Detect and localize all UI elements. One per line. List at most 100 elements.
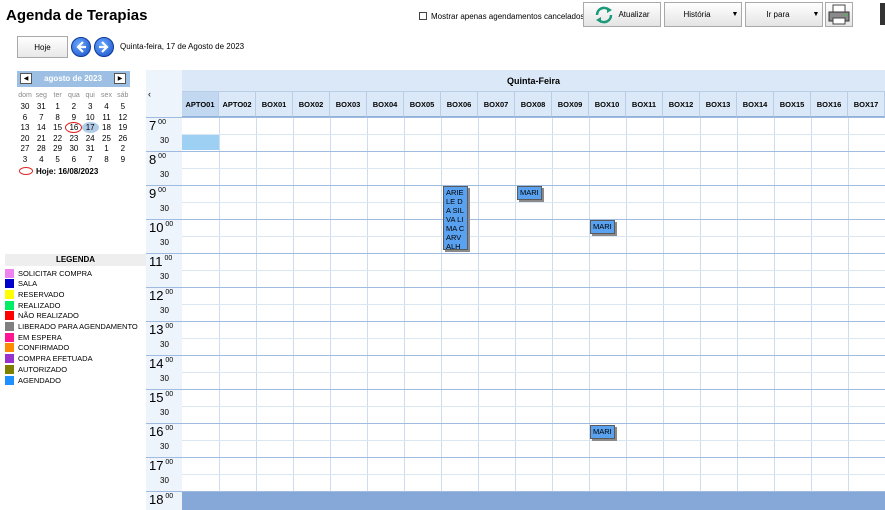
calendar-day[interactable]: 31 [82, 144, 98, 153]
previous-day-button[interactable] [71, 37, 91, 57]
calendar-day[interactable]: 10 [82, 113, 98, 122]
next-day-button[interactable] [94, 37, 114, 57]
half-hour-label: 30 [160, 374, 169, 383]
hour-line [146, 117, 885, 118]
half-hour-label: 30 [160, 170, 169, 179]
calendar-day[interactable]: 25 [99, 134, 115, 143]
calendar-day[interactable]: 8 [99, 155, 115, 164]
half-hour-line [182, 440, 885, 441]
collapse-arrow-icon[interactable]: ‹ [148, 89, 151, 99]
legend-label: SALA [18, 279, 38, 289]
half-hour-line [182, 270, 885, 271]
legend-item: NÃO REALIZADO [5, 311, 79, 321]
legend-item: LIBERADO PARA AGENDAMENTO [5, 322, 138, 332]
column-header-box09[interactable]: BOX09 [552, 92, 589, 117]
calendar-day[interactable]: 4 [33, 155, 49, 164]
today-circle-icon [19, 167, 33, 175]
appointment-block[interactable]: ARIELE DA SILVA LIMA CARVALHO [443, 186, 468, 250]
calendar-day[interactable]: 17 [82, 123, 98, 132]
appointment-block[interactable]: MARI [517, 186, 542, 200]
legend-item: REALIZADO [5, 300, 61, 310]
calendar-day[interactable]: 27 [17, 144, 33, 153]
column-header-box04[interactable]: BOX04 [367, 92, 404, 117]
calendar-day[interactable]: 6 [66, 155, 82, 164]
column-header-box02[interactable]: BOX02 [293, 92, 330, 117]
column-header-box05[interactable]: BOX05 [404, 92, 441, 117]
calendar-day[interactable]: 21 [33, 134, 49, 143]
calendar-day[interactable]: 5 [115, 102, 131, 111]
print-button[interactable] [825, 2, 853, 27]
today-date-label[interactable]: Hoje: 16/08/2023 [36, 167, 98, 176]
hour-line [146, 321, 885, 322]
column-header-box06[interactable]: BOX06 [441, 92, 478, 117]
calendar-day[interactable]: 30 [66, 144, 82, 153]
calendar-day[interactable]: 24 [82, 134, 98, 143]
calendar-day[interactable]: 18 [99, 123, 115, 132]
goto-dropdown[interactable]: Ir para ▼ [745, 2, 823, 27]
calendar-day[interactable]: 14 [33, 123, 49, 132]
calendar-day[interactable]: 9 [66, 113, 82, 122]
calendar-day[interactable]: 1 [50, 102, 66, 111]
legend-item: CONFIRMADO [5, 343, 69, 353]
calendar-day[interactable]: 19 [115, 123, 131, 132]
cancelled-filter-checkbox[interactable] [419, 12, 427, 20]
history-dropdown[interactable]: História ▼ [664, 2, 742, 27]
legend-swatch [5, 343, 14, 353]
next-month-button[interactable]: ▶ [114, 73, 126, 84]
calendar-day[interactable]: 28 [33, 144, 49, 153]
calendar-day[interactable]: 15 [50, 123, 66, 132]
calendar-day[interactable]: 22 [50, 134, 66, 143]
column-header-apto01[interactable]: APTO01 [182, 92, 219, 117]
appointment-block[interactable]: MARI [590, 425, 615, 439]
calendar-day[interactable]: 23 [66, 134, 82, 143]
calendar-day[interactable]: 31 [33, 102, 49, 111]
calendar-day[interactable]: 12 [115, 113, 131, 122]
column-header-box11[interactable]: BOX11 [626, 92, 663, 117]
calendar-day[interactable]: 3 [17, 155, 33, 164]
column-header-box07[interactable]: BOX07 [478, 92, 515, 117]
calendar-day[interactable]: 3 [82, 102, 98, 111]
legend-item: AGENDADO [5, 375, 61, 385]
calendar-day[interactable]: 20 [17, 134, 33, 143]
column-header-box17[interactable]: BOX17 [848, 92, 885, 117]
column-header-apto02[interactable]: APTO02 [219, 92, 256, 117]
half-hour-line [182, 168, 885, 169]
calendar-day[interactable]: 1 [99, 144, 115, 153]
column-header-box13[interactable]: BOX13 [700, 92, 737, 117]
calendar-day[interactable]: 9 [115, 155, 131, 164]
today-button[interactable]: Hoje [17, 36, 68, 58]
hour-label: 13 00 [149, 322, 174, 337]
calendar-day[interactable]: 16 [66, 123, 82, 132]
half-hour-label: 30 [160, 238, 169, 247]
calendar-day[interactable]: 7 [82, 155, 98, 164]
appointment-block[interactable]: MARI [590, 220, 615, 234]
previous-month-button[interactable]: ◀ [20, 73, 32, 84]
calendar-day[interactable]: 13 [17, 123, 33, 132]
column-header-box16[interactable]: BOX16 [811, 92, 848, 117]
column-header-box10[interactable]: BOX10 [589, 92, 626, 117]
column-header-box01[interactable]: BOX01 [256, 92, 293, 117]
calendar-day[interactable]: 5 [50, 155, 66, 164]
calendar-day[interactable]: 29 [50, 144, 66, 153]
calendar-day[interactable]: 8 [50, 113, 66, 122]
hour-line [146, 185, 885, 186]
calendar-day[interactable]: 2 [66, 102, 82, 111]
calendar-day[interactable]: 26 [115, 134, 131, 143]
column-header-box08[interactable]: BOX08 [515, 92, 552, 117]
calendar-day[interactable]: 7 [33, 113, 49, 122]
column-header-box03[interactable]: BOX03 [330, 92, 367, 117]
legend-swatch [5, 332, 14, 342]
legend-item: SOLICITAR COMPRA [5, 268, 92, 278]
calendar-day[interactable]: 4 [99, 102, 115, 111]
hour-line [146, 491, 885, 492]
column-header-box15[interactable]: BOX15 [774, 92, 811, 117]
calendar-day[interactable]: 2 [115, 144, 131, 153]
column-header-box14[interactable]: BOX14 [737, 92, 774, 117]
legend-label: AGENDADO [18, 375, 61, 385]
column-header-box12[interactable]: BOX12 [663, 92, 700, 117]
calendar-day[interactable]: 30 [17, 102, 33, 111]
selected-slot[interactable] [182, 134, 219, 150]
refresh-button[interactable]: Atualizar [583, 2, 661, 27]
calendar-day[interactable]: 11 [99, 113, 115, 122]
calendar-day[interactable]: 6 [17, 113, 33, 122]
